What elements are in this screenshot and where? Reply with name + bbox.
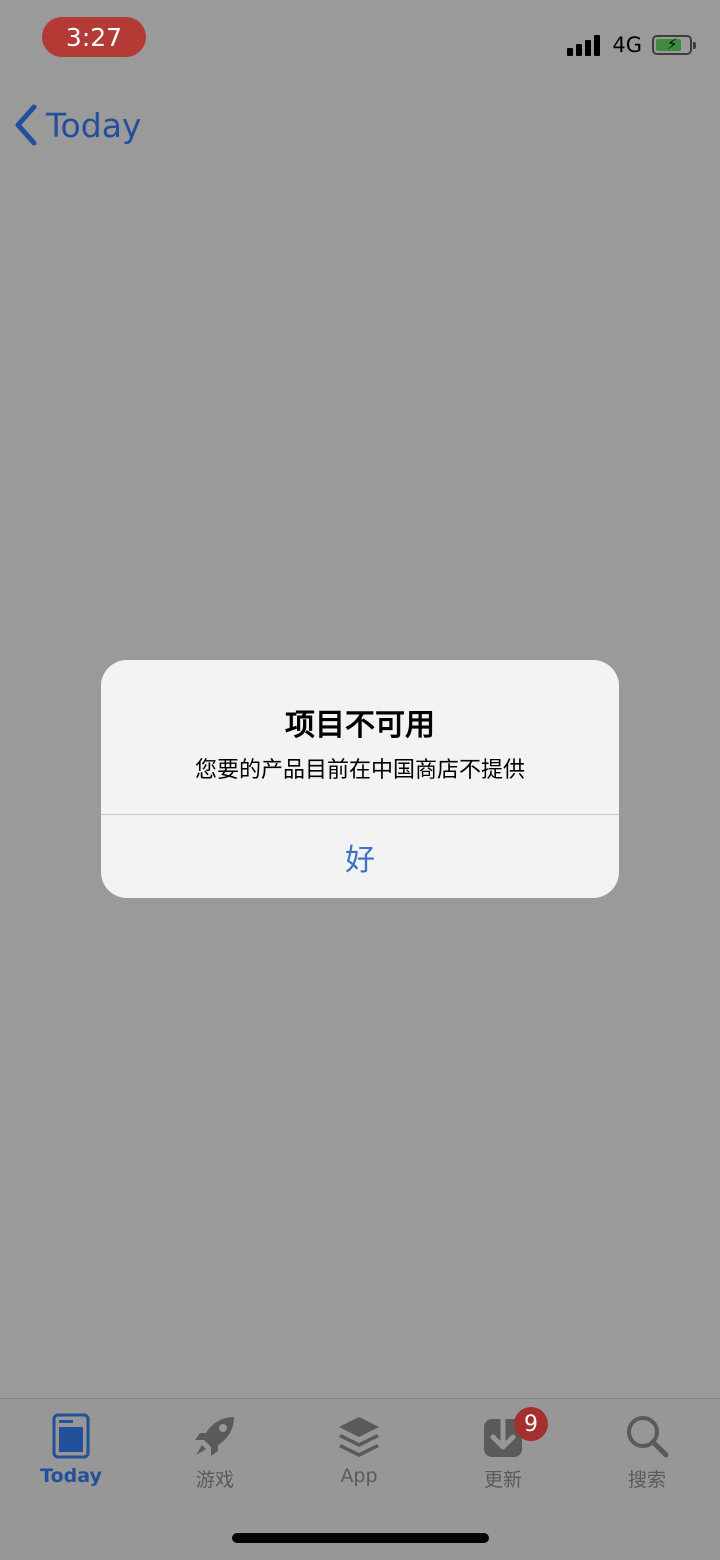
network-type: 4G [612, 33, 642, 57]
search-icon [627, 1416, 669, 1458]
home-indicator[interactable] [232, 1533, 489, 1543]
layers-icon [339, 1417, 379, 1457]
tab-label-apps: App [340, 1465, 378, 1487]
alert-message: 您要的产品目前在中国商店不提供 [194, 758, 525, 783]
chevron-left-icon [15, 104, 37, 146]
today-icon [52, 1413, 90, 1459]
battery-charging-icon: ⚡ [652, 35, 696, 55]
ok-button[interactable]: 好 [101, 815, 619, 898]
tab-label-today: Today [40, 1465, 102, 1487]
alert-dialog: 项目不可用 您要的产品目前在中国商店不提供 好 [101, 660, 619, 898]
tab-label-updates: 更新 [483, 1469, 522, 1491]
rocket-icon [195, 1417, 234, 1456]
updates-badge: 9 [514, 1407, 548, 1441]
tab-label-games: 游戏 [195, 1469, 234, 1491]
status-indicators: 4G ⚡ [567, 30, 696, 60]
tab-today[interactable]: Today [16, 1413, 126, 1487]
back-label: Today [46, 105, 142, 145]
back-button[interactable]: Today [14, 104, 141, 146]
tab-updates[interactable]: 9 更新 [448, 1407, 558, 1492]
tab-games[interactable]: 游戏 [160, 1413, 270, 1492]
tab-search[interactable]: 搜索 [592, 1413, 702, 1492]
signal-icon [567, 34, 601, 56]
status-time: 3:27 [42, 17, 146, 57]
tab-label-search: 搜索 [627, 1469, 666, 1491]
tab-apps[interactable]: App [304, 1413, 414, 1487]
alert-title: 项目不可用 [285, 708, 435, 743]
